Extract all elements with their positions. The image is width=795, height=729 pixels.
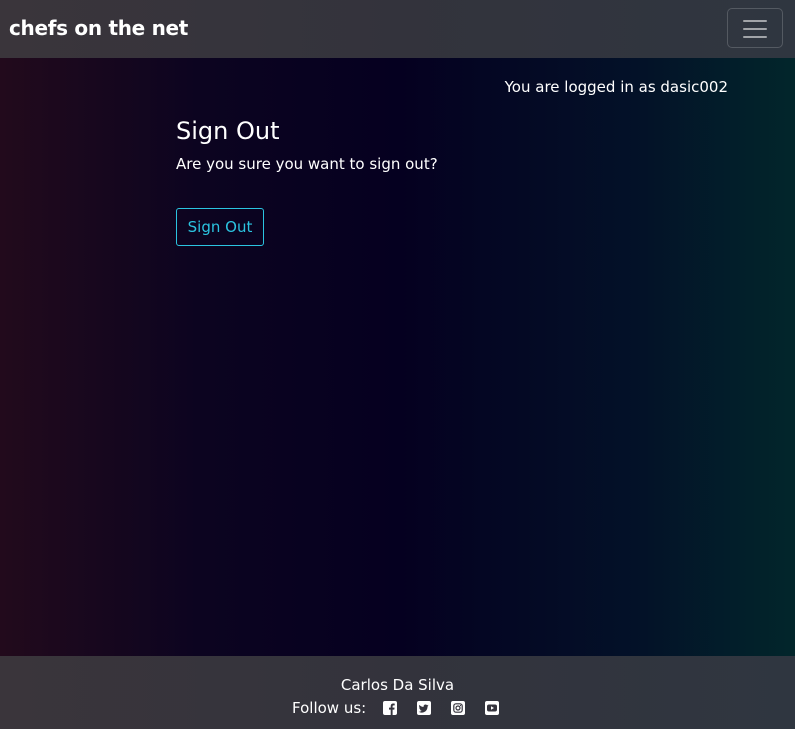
brand-logo[interactable]: chefs on the net (9, 14, 188, 42)
hamburger-menu-icon (743, 19, 767, 39)
youtube-icon[interactable] (484, 700, 500, 716)
signout-prompt: Are you sure you want to sign out? (176, 155, 438, 173)
login-status-text: You are logged in as dasic002 (504, 78, 728, 96)
facebook-icon[interactable] (382, 700, 398, 716)
twitter-icon[interactable] (416, 700, 432, 716)
follow-us-label: Follow us: (292, 699, 367, 717)
footer-author: Carlos Da Silva (340, 676, 455, 694)
instagram-icon[interactable] (450, 700, 466, 716)
navbar-toggler-button[interactable] (727, 8, 783, 48)
footer: Carlos Da Silva Follow us: (0, 656, 795, 729)
sign-out-button[interactable]: Sign Out (176, 208, 264, 246)
main-content: You are logged in as dasic002 Sign Out A… (0, 58, 795, 656)
page-title: Sign Out (176, 117, 280, 145)
navbar: chefs on the net (0, 0, 795, 58)
